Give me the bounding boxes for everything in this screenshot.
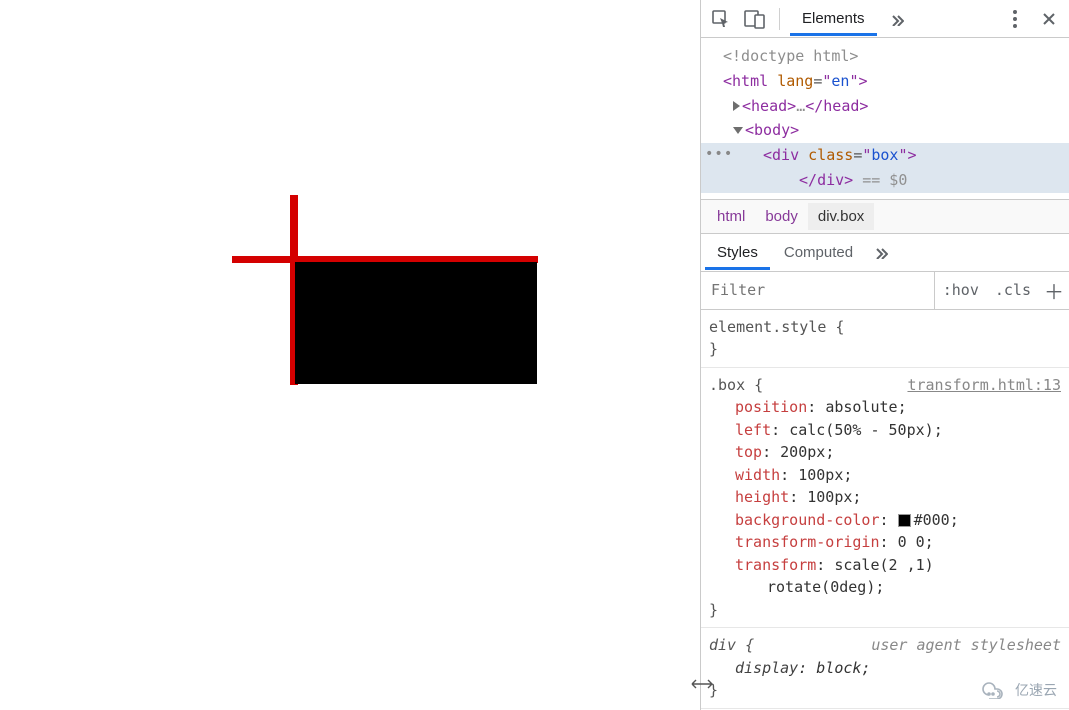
hov-toggle[interactable]: :hov [935,272,987,309]
decl-transform-origin[interactable]: transform-origin: 0 0; [709,531,1061,554]
watermark-text: 亿速云 [1015,680,1057,700]
decl-background-color[interactable]: background-color: #000; [709,509,1061,532]
crumb-div-box[interactable]: div.box [808,203,874,230]
devtools-toolbar: Elements [701,0,1069,38]
styles-rules[interactable]: element.style { } .box { transform.html:… [701,310,1069,710]
selector-box: .box { [709,374,763,397]
color-swatch-icon[interactable] [898,514,911,527]
decl-position[interactable]: position: absolute; [709,396,1061,419]
rendered-box [295,262,537,384]
dom-div-close[interactable]: </div> == $0 [701,168,1069,193]
subtabs-more-icon[interactable] [867,238,895,266]
cls-toggle[interactable]: .cls [987,272,1039,309]
styles-subtabs: Styles Computed [701,234,1069,272]
breadcrumb: html body div.box [701,200,1069,234]
decl-transform-cont[interactable]: rotate(0deg); [709,576,1061,599]
rule-element-style[interactable]: element.style { } [701,310,1069,368]
page-preview [0,0,700,710]
collapse-icon[interactable] [733,127,743,134]
dom-head[interactable]: <head>…</head> [701,94,1069,119]
decl-left[interactable]: left: calc(50% - 50px); [709,419,1061,442]
dom-doctype[interactable]: <!doctype html> [701,44,1069,69]
inspect-icon[interactable] [707,5,735,33]
brace-close: } [709,338,1061,361]
more-tabs-icon[interactable] [883,5,911,33]
filter-input[interactable] [701,272,935,309]
close-devtools-icon[interactable] [1035,5,1063,33]
decl-height[interactable]: height: 100px; [709,486,1061,509]
decl-width[interactable]: width: 100px; [709,464,1061,487]
decl-top[interactable]: top: 200px; [709,441,1061,464]
dom-body-open[interactable]: <body> [701,118,1069,143]
dom-html-open[interactable]: <html lang="en"> [701,69,1069,94]
rule-box[interactable]: .box { transform.html:13 position: absol… [701,368,1069,629]
resize-handle-icon[interactable] [691,677,713,692]
tab-elements[interactable]: Elements [790,2,877,35]
separator [779,8,780,30]
dom-div-selected[interactable]: •••<div class="box"> [701,143,1069,168]
device-toggle-icon[interactable] [741,5,769,33]
expand-icon[interactable] [733,101,740,111]
selection-dots-icon: ••• [705,143,733,166]
crumb-body[interactable]: body [755,203,808,230]
brace-close: } [709,599,1061,622]
selector-div-ua: div { [709,634,754,657]
devtools-panel: Elements <!doctype html> <html lang="en"… [700,0,1069,710]
rule-source-link[interactable]: transform.html:13 [907,374,1061,397]
selector-element-style: element.style { [709,316,844,339]
subtab-computed[interactable]: Computed [772,236,865,269]
dom-tree[interactable]: <!doctype html> <html lang="en"> <head>…… [701,38,1069,200]
kebab-menu-icon[interactable] [1001,5,1029,33]
app-root: Elements <!doctype html> <html lang="en"… [0,0,1069,710]
new-style-rule-icon[interactable]: ＋ [1039,276,1069,305]
watermark: 亿速云 [975,676,1063,704]
rule-source-ua: user agent stylesheet [871,634,1061,657]
subtab-styles[interactable]: Styles [705,236,770,269]
crumb-html[interactable]: html [707,203,755,230]
decl-transform[interactable]: transform: scale(2 ,1) [709,554,1061,577]
filter-row: :hov .cls ＋ [701,272,1069,310]
